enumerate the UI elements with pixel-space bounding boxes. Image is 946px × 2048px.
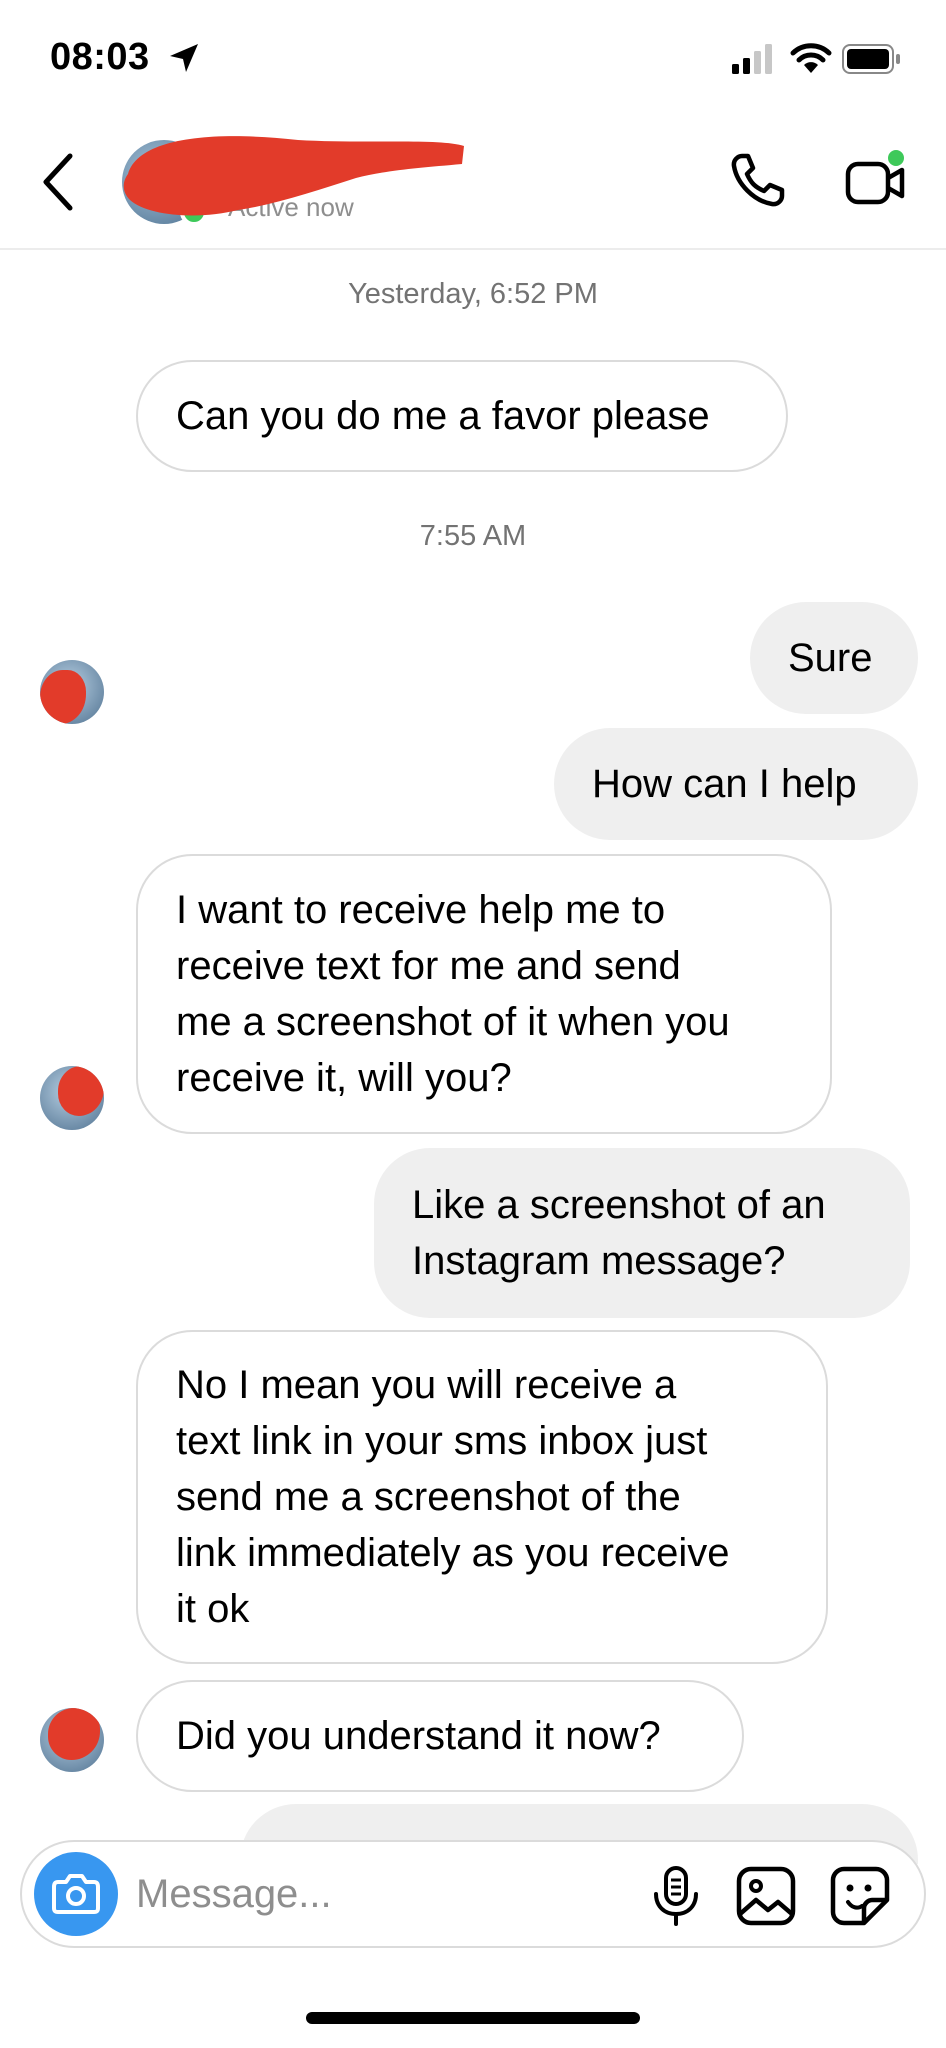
message-bubble-outgoing[interactable]: Sure: [750, 602, 918, 714]
microphone-icon[interactable]: [646, 1864, 706, 1928]
sticker-icon[interactable]: [828, 1864, 892, 1928]
cellular-signal-icon: [732, 44, 772, 74]
status-time: 08:03: [50, 36, 150, 78]
status-bar: 08:03: [0, 0, 946, 120]
message-bubble-incoming[interactable]: I want to receive help me to receive tex…: [136, 854, 832, 1134]
message-bubble-outgoing[interactable]: Like a screenshot of an Instagram messag…: [374, 1148, 910, 1318]
timestamp: 7:55 AM: [419, 520, 527, 552]
message-bubble-outgoing[interactable]: How can I help: [554, 728, 918, 840]
sender-avatar[interactable]: [40, 1066, 104, 1130]
wifi-icon: [790, 43, 832, 73]
home-indicator[interactable]: [306, 2012, 640, 2024]
message-bubble-incoming[interactable]: Did you understand it now?: [136, 1680, 744, 1792]
sender-avatar[interactable]: [40, 660, 104, 724]
camera-button[interactable]: [34, 1852, 118, 1936]
camera-icon: [52, 1874, 100, 1914]
phone-call-icon[interactable]: [728, 150, 788, 210]
message-input[interactable]: [136, 1866, 636, 1922]
location-arrow-icon: [170, 44, 198, 72]
battery-icon: [842, 44, 900, 74]
gallery-icon[interactable]: [734, 1864, 798, 1928]
sender-avatar[interactable]: [40, 1708, 104, 1772]
back-arrow-icon[interactable]: [38, 150, 78, 214]
message-composer: [20, 1840, 926, 1948]
message-bubble-incoming[interactable]: No I mean you will receive a text link i…: [136, 1330, 828, 1664]
timestamp: Yesterday, 6:52 PM: [348, 278, 598, 310]
redaction-mark: [123, 136, 465, 216]
message-thread[interactable]: Yesterday, 6:52 PM Can you do me a favor…: [0, 252, 946, 1864]
chat-header: Active now: [0, 120, 946, 250]
message-bubble-incoming[interactable]: Can you do me a favor please: [136, 360, 788, 472]
video-call-icon[interactable]: [844, 150, 908, 214]
